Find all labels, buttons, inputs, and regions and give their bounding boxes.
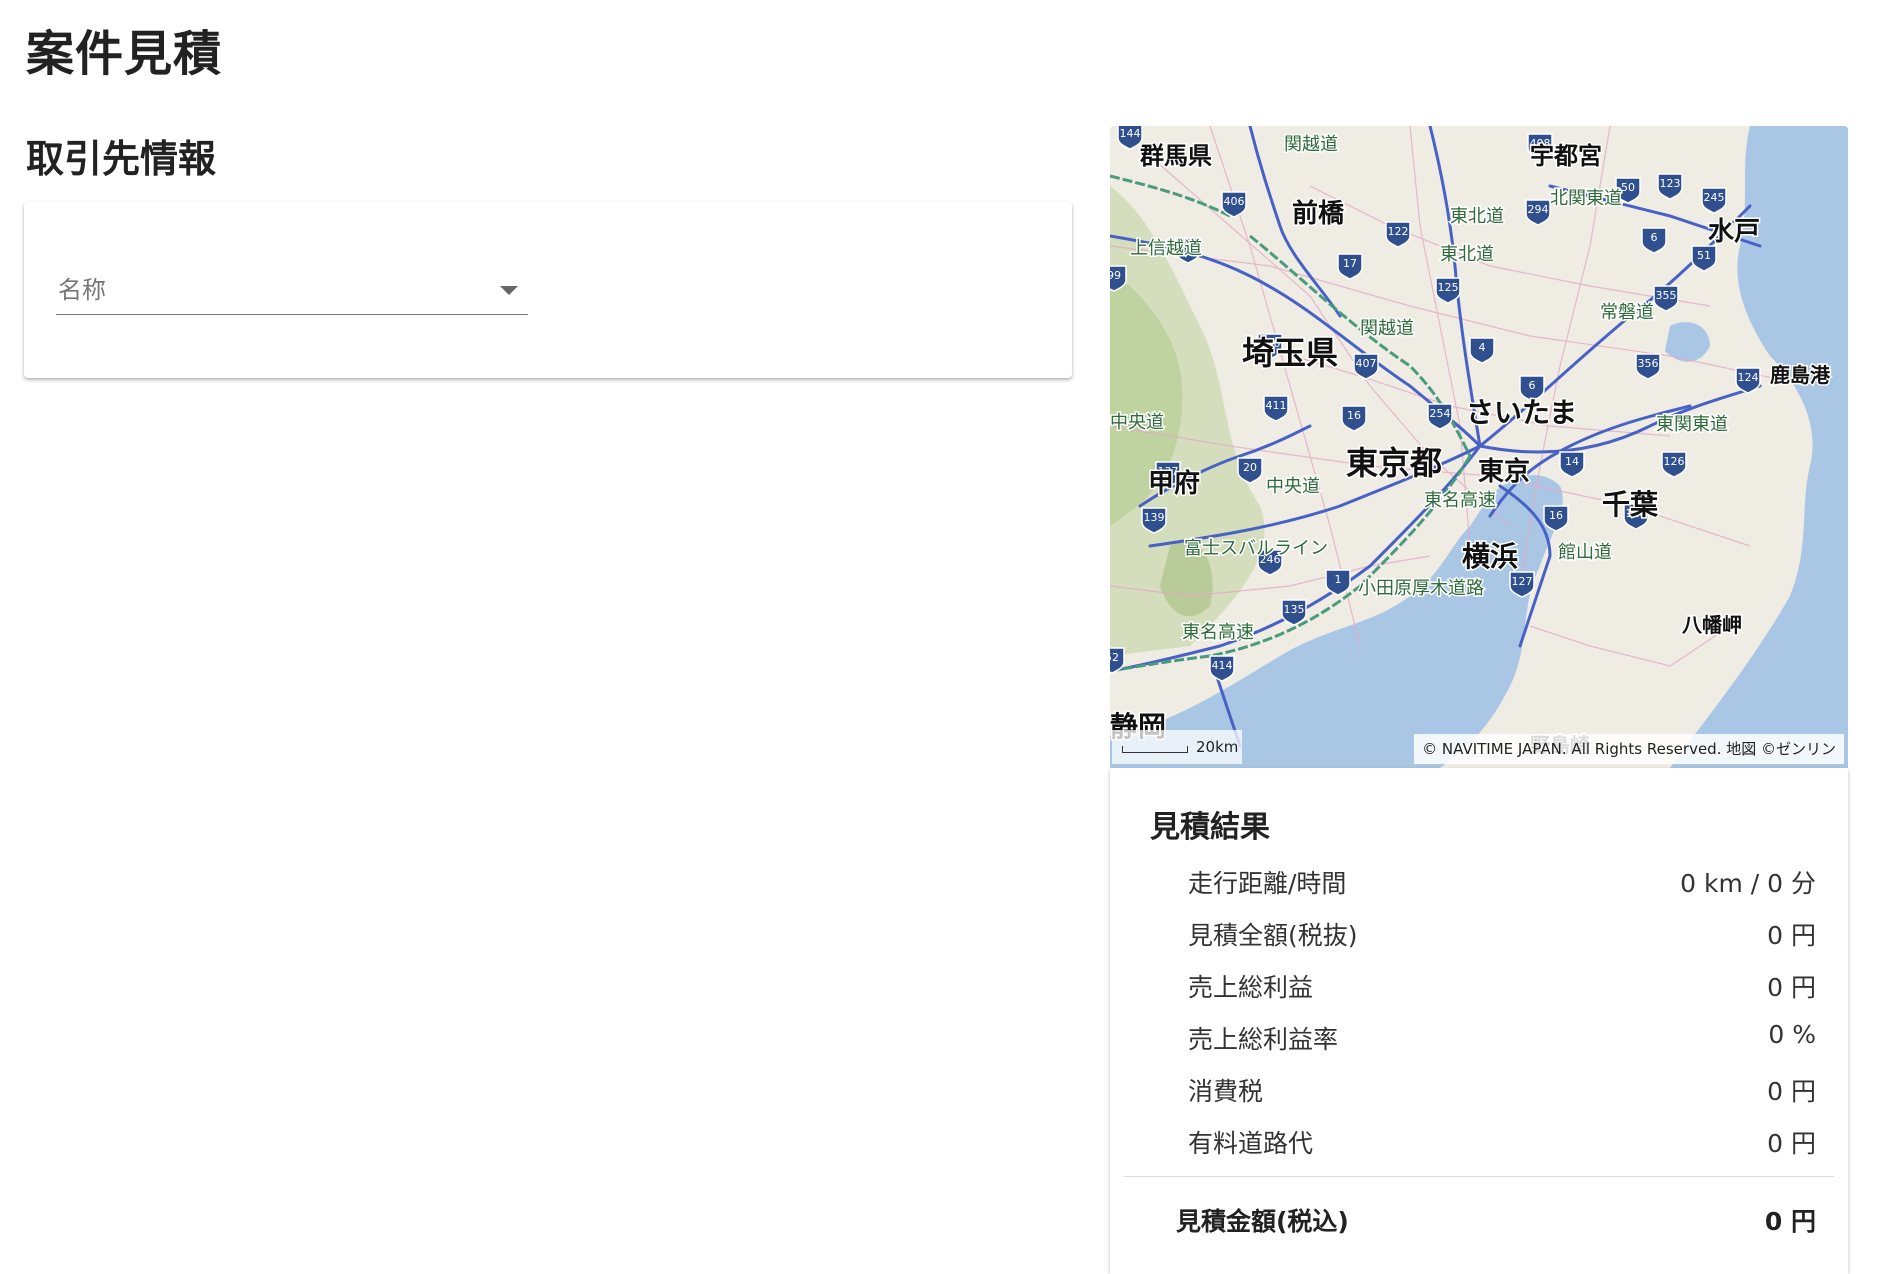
route-number: 16	[1549, 509, 1563, 522]
route-number: 406	[1224, 195, 1245, 208]
result-divider	[1124, 1176, 1834, 1177]
estimate-result-title: 見積結果	[1150, 810, 1270, 845]
estimate-result-card: 見積結果 走行距離/時間 0 km / 0 分 見積全額(税抜) 0 円 売上総…	[1110, 768, 1848, 1274]
map-place-label: 前橋	[1292, 198, 1345, 229]
result-row-distance-time: 走行距離/時間 0 km / 0 分	[1188, 864, 1816, 904]
map-place-label: 群馬県	[1140, 142, 1212, 170]
map-place-label: 宇都宮	[1530, 142, 1602, 170]
map-road-label: 小田原厚木道路	[1358, 578, 1484, 599]
map-place-label: 千葉	[1602, 488, 1659, 521]
route-number: 144	[1120, 127, 1141, 140]
dropdown-arrow-icon[interactable]	[500, 286, 518, 295]
result-row-amount-excl-tax: 見積全額(税抜) 0 円	[1188, 916, 1816, 956]
map-place-label: 八幡岬	[1682, 613, 1742, 637]
route-number: 125	[1438, 281, 1459, 294]
map-road-label: 東北道	[1450, 206, 1504, 227]
map-road-label: 東名高速	[1424, 490, 1496, 511]
map-road-label: 富士スバルライン	[1184, 538, 1328, 559]
map-road-label: 上信越道	[1130, 238, 1202, 259]
map-road-label: 中央道	[1110, 412, 1164, 433]
route-number: 139	[1144, 511, 1165, 524]
route-number: 123	[1660, 177, 1681, 190]
route-number: 20	[1243, 461, 1257, 474]
result-label: 走行距離/時間	[1188, 869, 1347, 898]
map-place-label: 鹿島港	[1770, 363, 1831, 387]
scale-bar	[1122, 746, 1188, 753]
route-number: 14	[1565, 455, 1579, 468]
result-row-gross-profit-rate: 売上総利益率 0 %	[1188, 1020, 1816, 1060]
route-number: 414	[1212, 659, 1233, 672]
route-number: 245	[1704, 191, 1725, 204]
route-number: 122	[1388, 225, 1409, 238]
result-value: 0 円	[1767, 921, 1816, 950]
route-number: 51	[1697, 249, 1711, 262]
client-info-card: 名称	[24, 202, 1072, 378]
route-number: 127	[1512, 575, 1533, 588]
map-place-label: 東京都	[1346, 444, 1442, 482]
route-number: 254	[1430, 407, 1451, 420]
total-value: 0 円	[1764, 1207, 1816, 1236]
result-value: 0 円	[1767, 973, 1816, 1002]
map-road-label: 関越道	[1284, 134, 1338, 155]
result-value: 0 %	[1768, 1020, 1816, 1049]
client-name-select[interactable]: 名称	[56, 266, 528, 315]
result-value: 0 円	[1767, 1129, 1816, 1158]
result-row-total-incl-tax: 見積金額(税込) 0 円	[1176, 1202, 1816, 1242]
route-number: 16	[1347, 409, 1361, 422]
route-number: 1	[1335, 573, 1342, 586]
route-number: 50	[1621, 181, 1635, 194]
map-place-label: さいたま	[1466, 396, 1577, 429]
scale-label: 20km	[1196, 738, 1239, 756]
map-road-label: 中央道	[1266, 476, 1320, 497]
map-road-label: 東北道	[1440, 244, 1494, 265]
map-place-label: 東京	[1478, 456, 1530, 487]
map-road-label: 常磐道	[1600, 302, 1654, 323]
map-place-label: 横浜	[1462, 540, 1518, 573]
route-number: 6	[1529, 379, 1536, 392]
result-row-toll-fee: 有料道路代 0 円	[1188, 1124, 1816, 1164]
route-number: 124	[1738, 371, 1759, 384]
map-place-label: 埼玉県	[1242, 334, 1338, 372]
map-attribution: © NAVITIME JAPAN. All Rights Reserved. 地…	[1414, 734, 1844, 764]
route-number: 411	[1266, 399, 1287, 412]
route-number: 294	[1528, 203, 1549, 216]
map-canvas[interactable]: 14440840650 123245294122 65125417125355994…	[1110, 126, 1848, 768]
result-label: 売上総利益	[1188, 973, 1314, 1002]
map-road-label: 館山道	[1558, 542, 1612, 563]
result-label: 売上総利益率	[1188, 1025, 1339, 1054]
result-row-consumption-tax: 消費税 0 円	[1188, 1072, 1816, 1112]
result-row-gross-profit: 売上総利益 0 円	[1188, 968, 1816, 1008]
route-number: 17	[1343, 257, 1357, 270]
client-section-title: 取引先情報	[26, 137, 217, 181]
map-road-label: 関越道	[1360, 318, 1414, 339]
route-number: 6	[1651, 231, 1658, 244]
result-label: 有料道路代	[1188, 1129, 1314, 1158]
result-value: 0 km / 0 分	[1680, 869, 1816, 898]
result-label: 見積全額(税抜)	[1188, 921, 1358, 950]
result-value: 0 円	[1767, 1077, 1816, 1106]
map-road-label: 東関東道	[1656, 414, 1728, 435]
map-road-label: 東名高速	[1182, 622, 1254, 643]
total-label: 見積金額(税込)	[1176, 1207, 1349, 1236]
result-label: 消費税	[1188, 1077, 1264, 1106]
route-number: 407	[1356, 357, 1377, 370]
route-number: 135	[1284, 603, 1305, 616]
map-place-label: 甲府	[1148, 468, 1200, 499]
route-number: 126	[1664, 455, 1685, 468]
route-number: 99	[1110, 269, 1121, 282]
route-number: 355	[1656, 289, 1677, 302]
map-road-label: 北関東道	[1550, 188, 1622, 209]
route-map[interactable]: 144 408 406 50 123 245 294 122 6 51 254 17 125 355 99 4…	[1110, 126, 1848, 768]
map-scale: 20km	[1112, 730, 1242, 764]
client-name-label: 名称	[58, 276, 106, 304]
page-title: 案件見積	[26, 26, 223, 82]
route-number: 4	[1479, 341, 1486, 354]
route-number: 52	[1110, 651, 1119, 664]
route-number: 356	[1638, 357, 1659, 370]
map-place-label: 水戸	[1708, 217, 1760, 247]
